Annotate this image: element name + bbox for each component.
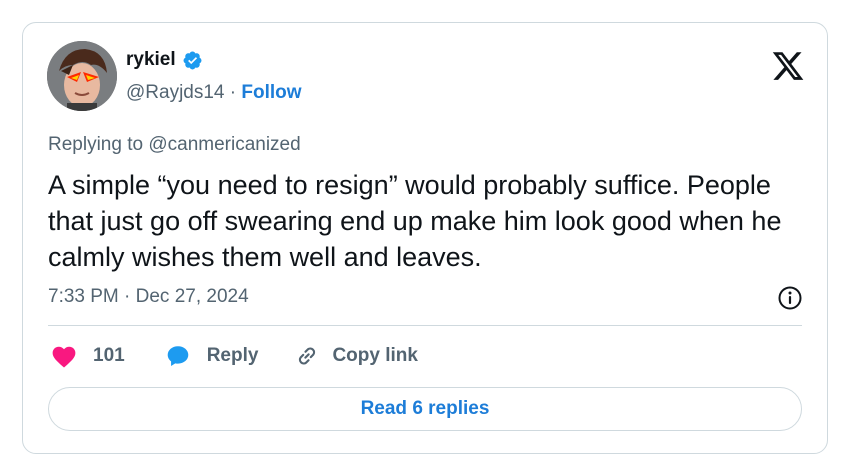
- separator-dot: ·: [224, 82, 242, 103]
- tweet-text: A simple “you need to resign” would prob…: [48, 170, 782, 272]
- reply-bubble-icon: [167, 346, 188, 366]
- follow-button[interactable]: Follow: [241, 82, 301, 104]
- copy-link-button[interactable]: Copy link: [294, 343, 418, 369]
- display-name[interactable]: rykiel: [126, 49, 176, 71]
- read-replies-button[interactable]: Read 6 replies: [48, 387, 802, 431]
- handle[interactable]: @Rayjds14: [126, 82, 225, 104]
- like-button[interactable]: 101: [51, 344, 125, 368]
- x-logo-icon[interactable]: [771, 49, 805, 83]
- tweet-card: rykiel @Rayjds14 · Follow Replying to @c…: [22, 22, 828, 454]
- read-replies-label: Read 6 replies: [360, 398, 490, 419]
- action-bar: 101 Reply Copy link: [51, 341, 418, 371]
- info-icon[interactable]: [777, 285, 803, 311]
- avatar[interactable]: [47, 41, 117, 111]
- like-count: 101: [93, 345, 125, 366]
- verified-badge-icon: [182, 50, 203, 71]
- reply-label: Reply: [206, 345, 259, 366]
- copy-link-label: Copy link: [332, 345, 418, 366]
- reply-button[interactable]: Reply: [165, 343, 259, 369]
- handle-row: @Rayjds14 · Follow: [126, 82, 302, 104]
- author-name-row: rykiel: [126, 49, 203, 71]
- link-icon: [299, 347, 316, 365]
- heart-icon: [52, 346, 76, 368]
- replying-to: Replying to @canmericanized: [48, 134, 301, 155]
- timestamp[interactable]: 7:33 PM · Dec 27, 2024: [48, 286, 249, 308]
- divider: [48, 325, 802, 326]
